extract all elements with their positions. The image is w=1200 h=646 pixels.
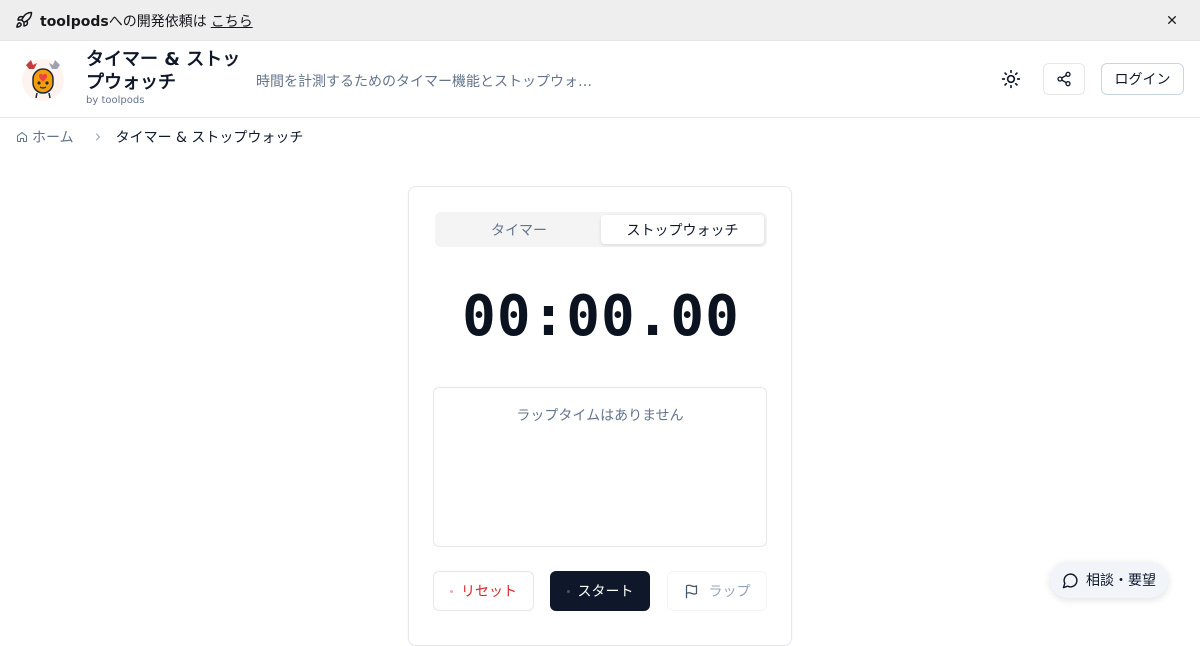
stopwatch-card: タイマー ストップウォッチ 00:00.00 ラップタイムはありません リセット… [408, 186, 792, 646]
theme-toggle-button[interactable] [995, 63, 1027, 95]
reset-label: リセット [461, 584, 517, 600]
close-icon[interactable] [1164, 12, 1180, 28]
reset-button[interactable]: リセット [433, 571, 534, 611]
tab-stopwatch[interactable]: ストップウォッチ [601, 215, 764, 244]
breadcrumb-home-label: ホーム [32, 130, 74, 146]
start-dot-icon [566, 589, 570, 593]
mascot-logo [22, 59, 64, 101]
sun-icon [1001, 69, 1021, 89]
breadcrumb-home[interactable]: ホーム [16, 127, 74, 147]
lap-button[interactable]: ラップ [667, 571, 767, 611]
start-label: スタート [577, 584, 634, 600]
breadcrumb-current: タイマー & ストップウォッチ [115, 130, 304, 146]
home-icon [17, 132, 27, 142]
lap-list: ラップタイムはありません [433, 387, 767, 547]
flag-icon [685, 584, 697, 598]
share-icon [1057, 71, 1071, 87]
site-header: タイマー & ストップウォッチ by toolpods 時間を計測するためのタイ… [0, 41, 1200, 118]
lap-empty-message: ラップタイムはありません [516, 408, 684, 424]
tab-timer[interactable]: タイマー [438, 215, 600, 244]
mode-tabs: タイマー ストップウォッチ [435, 212, 767, 247]
announcement-brand: toolpods [40, 14, 109, 30]
announcement-message: への開発依頼は [108, 14, 207, 30]
consult-button[interactable]: 相談・要望 [1050, 562, 1168, 598]
announcement-bar: toolpodsへの開発依頼は こちら [0, 0, 1200, 41]
breadcrumb: ホーム タイマー & ストップウォッチ [16, 127, 303, 147]
start-button[interactable]: スタート [550, 571, 650, 611]
lap-label: ラップ [708, 584, 751, 600]
login-button[interactable]: ログイン [1101, 63, 1184, 95]
reset-dot-icon [450, 589, 453, 593]
by-line: by toolpods [86, 95, 145, 106]
app-description: 時間を計測するためのタイマー機能とストップウォ… [256, 74, 592, 90]
chevron-right-icon [92, 131, 104, 143]
announcement-link[interactable]: こちら [211, 14, 253, 30]
app-title: タイマー & ストップウォッチ [86, 49, 241, 93]
chat-icon [1062, 572, 1078, 588]
consult-label: 相談・要望 [1086, 573, 1156, 589]
announcement-text: toolpodsへの開発依頼は こちら [40, 11, 253, 31]
share-button[interactable] [1043, 63, 1085, 95]
time-display: 00:00.00 [462, 284, 740, 349]
rocket-icon [16, 11, 33, 28]
